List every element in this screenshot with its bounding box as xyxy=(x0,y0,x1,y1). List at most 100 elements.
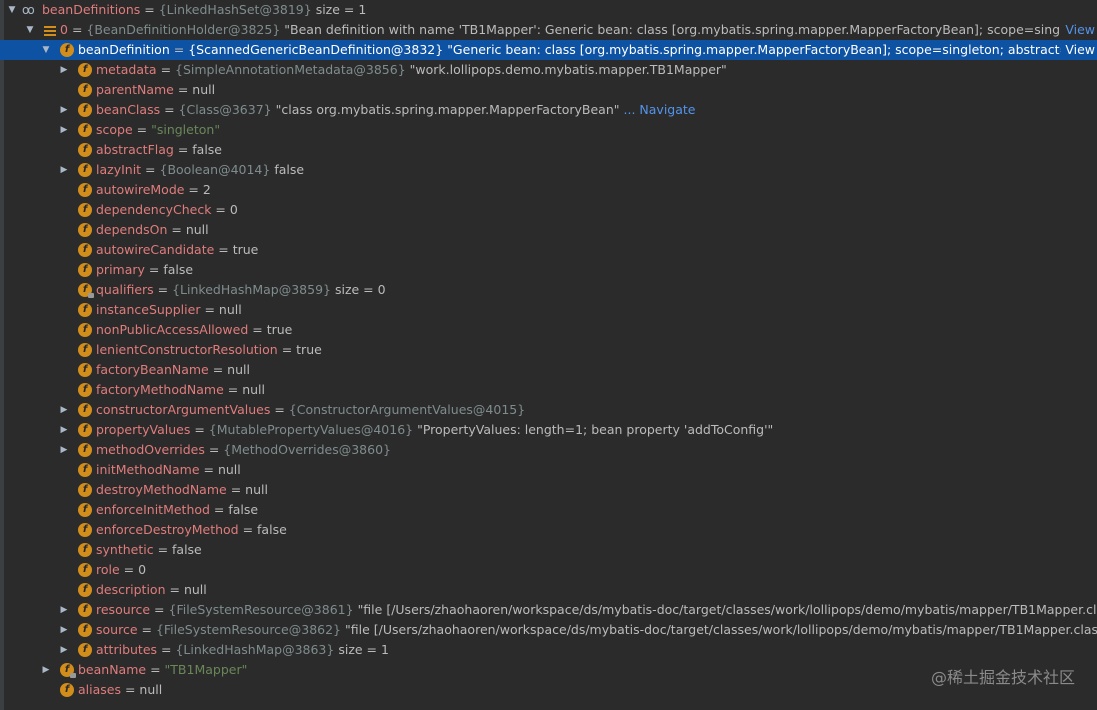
view-link[interactable]: View xyxy=(1061,20,1095,40)
tree-row-field[interactable]: ▶ f beanClass = {Class@3637} "class org.my… xyxy=(0,100,1097,120)
tree-row-field[interactable]: f dependencyCheck = 0 xyxy=(0,200,1097,220)
tree-row-field[interactable]: f description = null xyxy=(0,580,1097,600)
tree-row-field[interactable]: f abstractFlag = false xyxy=(0,140,1097,160)
variable-ref: {Boolean@4014} xyxy=(159,162,271,177)
expand-arrow-icon[interactable]: ▶ xyxy=(40,660,52,680)
expand-arrow-icon[interactable]: ▶ xyxy=(58,600,70,620)
field-icon: f xyxy=(78,583,92,597)
field-icon: f xyxy=(78,523,92,537)
tree-row-field[interactable]: f factoryBeanName = null xyxy=(0,360,1097,380)
tree-row-field[interactable]: ▶ f scope = "singleton" xyxy=(0,120,1097,140)
expand-arrow-icon[interactable]: ▶ xyxy=(58,640,70,660)
variable-name: autowireCandidate xyxy=(96,242,215,257)
variable-name: initMethodName xyxy=(96,462,200,477)
field-icon: f xyxy=(78,343,92,357)
variable-name: resource xyxy=(96,602,151,617)
tree-row-field[interactable]: f nonPublicAccessAllowed = true xyxy=(0,320,1097,340)
variable-value: false xyxy=(192,142,223,157)
tree-row-field[interactable]: f lenientConstructorResolution = true xyxy=(0,340,1097,360)
variable-ref: {FileSystemResource@3862} xyxy=(155,622,342,637)
list-item-icon xyxy=(44,24,56,36)
variable-name: autowireMode xyxy=(96,182,185,197)
collapse-arrow-icon[interactable]: ▼ xyxy=(6,0,18,20)
tree-row-field[interactable]: ▶ f methodOverrides = {MethodOverrides@386… xyxy=(0,440,1097,460)
variable-ref: {BeanDefinitionHolder@3825} xyxy=(86,22,281,37)
tree-row-field[interactable]: f parentName = null xyxy=(0,80,1097,100)
field-icon: f xyxy=(78,143,92,157)
field-icon: f xyxy=(60,683,74,697)
tree-row-field[interactable]: ▶ f propertyValues = {MutablePropertyValue… xyxy=(0,420,1097,440)
tree-row-field[interactable]: ▶ f resource = {FileSystemResource@3861} "… xyxy=(0,600,1097,620)
variable-name: factoryMethodName xyxy=(96,382,224,397)
collapse-arrow-icon[interactable]: ▼ xyxy=(40,40,52,60)
tree-row-field[interactable]: f autowireCandidate = true xyxy=(0,240,1097,260)
variable-name: instanceSupplier xyxy=(96,302,201,317)
tree-row-field[interactable]: f autowireMode = 2 xyxy=(0,180,1097,200)
variable-ref: {Class@3637} xyxy=(178,102,272,117)
variable-value: "class org.mybatis.spring.mapper.MapperF… xyxy=(275,102,620,117)
variable-value: null xyxy=(245,482,268,497)
watermark: @稀土掘金技术社区 xyxy=(930,668,1075,687)
tree-row-field[interactable]: f enforceInitMethod = false xyxy=(0,500,1097,520)
tree-row-field[interactable]: f enforceDestroyMethod = false xyxy=(0,520,1097,540)
expand-arrow-icon[interactable]: ▶ xyxy=(58,100,70,120)
tree-row-item-0[interactable]: ▼ 0 = {BeanDefinitionHolder@3825} "Bean … xyxy=(0,20,1097,40)
variable-name: beanName xyxy=(78,662,147,677)
tree-row-field[interactable]: ▶ f attributes = {LinkedHashMap@3863} size… xyxy=(0,640,1097,660)
variable-name: primary xyxy=(96,262,145,277)
variable-ref: {ScannedGenericBeanDefinition@3832} xyxy=(188,42,444,57)
variable-name: dependsOn xyxy=(96,222,168,237)
variable-value: true xyxy=(296,342,322,357)
variable-ref: {MethodOverrides@3860} xyxy=(223,442,391,457)
tree-row-field[interactable]: f dependsOn = null xyxy=(0,220,1097,240)
field-icon: f xyxy=(78,543,92,557)
variable-value: false xyxy=(228,502,259,517)
variable-name: nonPublicAccessAllowed xyxy=(96,322,249,337)
tree-row-field[interactable]: f destroyMethodName = null xyxy=(0,480,1097,500)
expand-arrow-icon[interactable]: ▶ xyxy=(58,400,70,420)
variable-value: 2 xyxy=(202,182,211,197)
tree-row-field[interactable]: f instanceSupplier = null xyxy=(0,300,1097,320)
tree-row-field[interactable]: f factoryMethodName = null xyxy=(0,380,1097,400)
variable-value: size = 1 xyxy=(315,2,367,17)
field-icon: f xyxy=(78,63,92,77)
collapse-arrow-icon[interactable]: ▼ xyxy=(24,20,36,40)
field-icon: f xyxy=(78,263,92,277)
watch-glasses-icon: oo xyxy=(22,3,35,17)
variable-name: enforceDestroyMethod xyxy=(96,522,239,537)
tree-row-bean-definitions[interactable]: ▼ oo beanDefinitions = {LinkedHashSet@38… xyxy=(0,0,1097,20)
expand-arrow-icon[interactable]: ▶ xyxy=(58,620,70,640)
expand-arrow-icon[interactable]: ▶ xyxy=(58,60,70,80)
variable-name: propertyValues xyxy=(96,422,191,437)
variable-value: false xyxy=(172,542,202,557)
field-icon: f xyxy=(78,203,92,217)
field-icon: f xyxy=(78,443,92,457)
tree-row-bean-definition[interactable]: ▼ f beanDefinition = {ScannedGenericBean… xyxy=(0,40,1097,60)
field-icon: f xyxy=(78,123,92,137)
field-icon: f xyxy=(78,83,92,97)
variable-name: 0 xyxy=(60,22,68,37)
navigate-link[interactable]: ... Navigate xyxy=(624,102,696,117)
tree-row-field[interactable]: f primary = false xyxy=(0,260,1097,280)
variable-value: true xyxy=(232,242,259,257)
variable-value: null xyxy=(242,382,265,397)
tree-row-field[interactable]: f synthetic = false xyxy=(0,540,1097,560)
variable-name: beanClass xyxy=(96,102,161,117)
expand-arrow-icon[interactable]: ▶ xyxy=(58,420,70,440)
tree-row-field[interactable]: f role = 0 xyxy=(0,560,1097,580)
expand-arrow-icon[interactable]: ▶ xyxy=(58,160,70,180)
tree-row-field[interactable]: ▶ f source = {FileSystemResource@3862} "fi… xyxy=(0,620,1097,640)
variable-name: beanDefinitions xyxy=(42,2,141,17)
variable-name: abstractFlag xyxy=(96,142,174,157)
variable-value: null xyxy=(217,462,241,477)
variable-name: description xyxy=(96,582,166,597)
tree-row-field[interactable]: ▶ f metadata = {SimpleAnnotationMetadata@3… xyxy=(0,60,1097,80)
expand-arrow-icon[interactable]: ▶ xyxy=(58,120,70,140)
view-link[interactable]: View xyxy=(1061,40,1095,60)
tree-row-field[interactable]: ▶ f lazyInit = {Boolean@4014} false xyxy=(0,160,1097,180)
tree-row-field[interactable]: f qualifiers = {LinkedHashMap@3859} size … xyxy=(0,280,1097,300)
tree-row-field[interactable]: f initMethodName = null xyxy=(0,460,1097,480)
variable-value: "TB1Mapper" xyxy=(164,662,248,677)
expand-arrow-icon[interactable]: ▶ xyxy=(58,440,70,460)
tree-row-field[interactable]: ▶ f constructorArgumentValues = {Construct… xyxy=(0,400,1097,420)
